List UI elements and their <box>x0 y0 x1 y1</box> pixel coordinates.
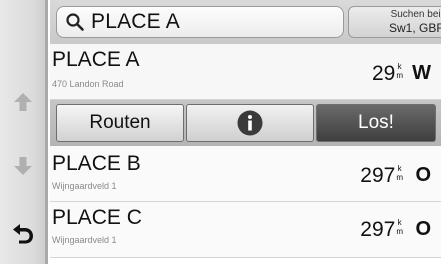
result-name: PLACE A <box>52 48 140 71</box>
go-button[interactable]: Los! <box>316 104 436 142</box>
search-bar: PLACE A Suchen bei: Sw1, GBR <box>50 0 441 44</box>
result-distance: 29 k m <box>372 62 403 86</box>
result-name: PLACE C <box>52 206 142 229</box>
search-near-value: Sw1, GBR <box>388 21 441 35</box>
unit-bottom: m <box>396 71 403 80</box>
go-button-label: Los! <box>358 112 394 133</box>
scroll-strip <box>0 0 48 264</box>
routes-button-label: Routen <box>89 112 151 133</box>
arrow-up-icon <box>13 93 32 111</box>
back-arrow-icon <box>12 224 33 244</box>
result-row[interactable]: PLACE B Wijngaardveld 1 297 k m O <box>50 146 441 202</box>
result-address: Wijngaardveld 1 <box>52 181 117 191</box>
result-distance: 297 k m <box>360 164 403 188</box>
result-distance: 297 k m <box>360 218 403 242</box>
scroll-up-button[interactable] <box>0 82 45 122</box>
result-address: 470 Landon Road <box>52 79 124 89</box>
unit-top: k <box>397 218 402 227</box>
distance-unit: km <box>396 164 403 182</box>
result-name: PLACE B <box>52 152 141 175</box>
routes-button[interactable]: Routen <box>56 104 184 142</box>
result-address: Wijngaardveld 1 <box>52 235 117 245</box>
search-query: PLACE A <box>91 10 180 33</box>
arrow-down-icon <box>13 157 32 175</box>
result-row[interactable]: PLACE A 470 Landon Road 29 k m W <box>50 44 441 100</box>
result-direction: O <box>415 218 431 240</box>
navigation-screen: PLACE A Suchen bei: Sw1, GBR PLACE A 470… <box>0 0 441 264</box>
info-button[interactable] <box>186 104 314 142</box>
scroll-down-button[interactable] <box>0 146 45 186</box>
distance-unit: km <box>396 218 403 236</box>
search-input[interactable]: PLACE A <box>56 6 344 38</box>
action-bar: Routen Los! <box>50 100 441 146</box>
unit-bottom: m <box>396 227 403 236</box>
result-direction: W <box>412 62 431 84</box>
distance-value: 297 <box>360 218 396 241</box>
search-near-label: Suchen bei: <box>390 9 441 20</box>
result-direction: O <box>415 164 431 186</box>
distance-unit: km <box>396 62 403 80</box>
distance-value: 29 <box>371 62 396 85</box>
result-row[interactable]: PLACE C Wijngaardveld 1 297 k m O <box>50 202 441 258</box>
back-button[interactable] <box>0 213 45 253</box>
search-icon <box>66 13 84 31</box>
distance-value: 297 <box>360 164 396 187</box>
search-near-button[interactable]: Suchen bei: Sw1, GBR <box>348 6 441 38</box>
unit-top: k <box>397 62 402 71</box>
unit-bottom: m <box>396 173 403 182</box>
unit-top: k <box>397 164 402 173</box>
info-icon <box>237 110 263 136</box>
